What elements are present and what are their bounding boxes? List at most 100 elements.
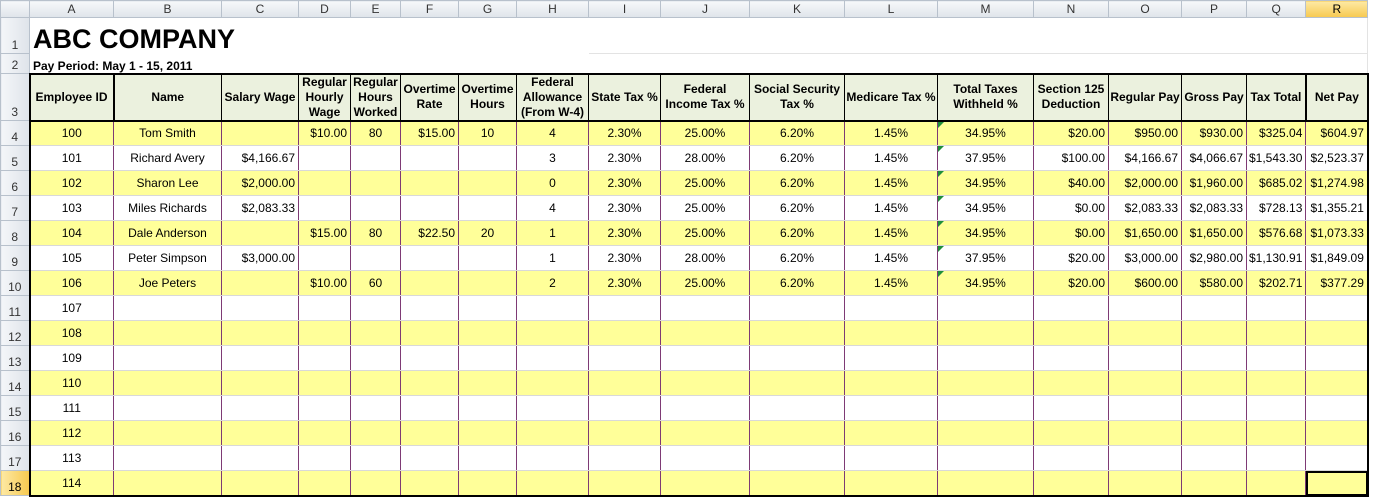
cell[interactable]: $22.50 xyxy=(400,220,459,246)
cell[interactable] xyxy=(113,295,222,321)
cell[interactable]: 4 xyxy=(516,120,589,146)
row-header[interactable]: 13 xyxy=(0,345,30,371)
cell[interactable]: 1.45% xyxy=(844,220,938,246)
cell[interactable] xyxy=(1305,470,1369,497)
cell[interactable] xyxy=(1181,295,1247,321)
row-header[interactable]: 1 xyxy=(0,17,30,54)
column-header-h[interactable]: H xyxy=(516,0,589,18)
row-header[interactable]: 16 xyxy=(0,420,30,446)
cell[interactable] xyxy=(1108,445,1182,471)
cell[interactable]: 103 xyxy=(28,195,114,221)
cell[interactable]: $15.00 xyxy=(298,220,351,246)
cell[interactable]: 2.30% xyxy=(588,270,661,296)
cell[interactable]: Sharon Lee xyxy=(113,170,222,196)
cell[interactable] xyxy=(458,395,517,421)
cell[interactable] xyxy=(1246,295,1307,321)
column-header-q[interactable]: Q xyxy=(1245,0,1307,18)
column-header-p[interactable]: P xyxy=(1181,0,1247,18)
cell[interactable] xyxy=(937,345,1034,371)
cell[interactable] xyxy=(588,395,661,421)
cell[interactable] xyxy=(937,320,1034,346)
cell[interactable]: $2,523.37 xyxy=(1305,145,1369,171)
row-header[interactable]: 15 xyxy=(0,395,30,421)
cell[interactable] xyxy=(350,470,401,497)
cell[interactable] xyxy=(221,445,299,471)
cell[interactable] xyxy=(1033,370,1109,396)
cell[interactable]: 113 xyxy=(28,445,114,471)
cell[interactable] xyxy=(400,195,459,221)
cell[interactable]: 10 xyxy=(458,120,517,146)
cell[interactable]: $3,000.00 xyxy=(1108,245,1182,271)
cell[interactable]: Richard Avery xyxy=(113,145,222,171)
cell[interactable]: $325.04 xyxy=(1246,120,1307,146)
cell[interactable]: 1.45% xyxy=(844,120,938,146)
cell[interactable] xyxy=(298,170,351,196)
cell[interactable] xyxy=(937,420,1034,446)
cell[interactable] xyxy=(1033,420,1109,446)
cell[interactable]: 28.00% xyxy=(660,145,750,171)
cell[interactable]: $1,960.00 xyxy=(1181,170,1247,196)
cell[interactable] xyxy=(588,420,661,446)
cell[interactable]: Tom Smith xyxy=(113,120,222,146)
cell[interactable]: $580.00 xyxy=(1181,270,1247,296)
cell[interactable] xyxy=(844,445,938,471)
cell[interactable]: $2,980.00 xyxy=(1181,245,1247,271)
cell[interactable] xyxy=(516,470,589,497)
cell[interactable] xyxy=(660,470,750,497)
cell[interactable]: 6.20% xyxy=(749,195,845,221)
cell[interactable]: $728.13 xyxy=(1246,195,1307,221)
cell[interactable]: $1,650.00 xyxy=(1181,220,1247,246)
cell[interactable] xyxy=(516,395,589,421)
cell[interactable]: $1,355.21 xyxy=(1305,195,1369,221)
cell[interactable]: 80 xyxy=(350,220,401,246)
column-header-f[interactable]: F xyxy=(400,0,459,18)
cell[interactable]: 60 xyxy=(350,270,401,296)
cell[interactable]: 34.95% xyxy=(937,270,1034,296)
column-title[interactable]: Regular Hourly Wage xyxy=(298,72,351,122)
select-all-corner[interactable] xyxy=(0,0,30,18)
cell[interactable] xyxy=(458,470,517,497)
cell[interactable]: 111 xyxy=(28,395,114,421)
cell[interactable]: 1.45% xyxy=(844,145,938,171)
cell[interactable]: 34.95% xyxy=(937,195,1034,221)
cell[interactable]: $10.00 xyxy=(298,120,351,146)
cell[interactable] xyxy=(298,195,351,221)
cell[interactable] xyxy=(1108,345,1182,371)
cell[interactable]: $100.00 xyxy=(1033,145,1109,171)
cell[interactable] xyxy=(1033,320,1109,346)
cell[interactable]: $685.02 xyxy=(1246,170,1307,196)
cell[interactable] xyxy=(458,195,517,221)
cell[interactable] xyxy=(298,145,351,171)
cell[interactable] xyxy=(1033,445,1109,471)
cell[interactable]: 2.30% xyxy=(588,120,661,146)
cell[interactable] xyxy=(221,220,299,246)
cell[interactable]: $202.71 xyxy=(1246,270,1307,296)
cell[interactable] xyxy=(660,420,750,446)
cell[interactable]: Miles Richards xyxy=(113,195,222,221)
row-header[interactable]: 5 xyxy=(0,145,30,171)
cell[interactable]: $4,166.67 xyxy=(221,145,299,171)
cell[interactable]: 107 xyxy=(28,295,114,321)
cell[interactable] xyxy=(221,120,299,146)
column-title[interactable]: Gross Pay xyxy=(1181,72,1247,122)
cell[interactable] xyxy=(1181,420,1247,446)
row-header[interactable]: 17 xyxy=(0,445,30,471)
cell[interactable]: 25.00% xyxy=(660,220,750,246)
cell[interactable]: 25.00% xyxy=(660,120,750,146)
row-header[interactable]: 14 xyxy=(0,370,30,396)
column-title[interactable]: Federal Allowance (From W-4) xyxy=(516,72,589,122)
cell[interactable]: Joe Peters xyxy=(113,270,222,296)
cell[interactable] xyxy=(221,395,299,421)
cell[interactable] xyxy=(1181,345,1247,371)
cell[interactable]: $1,849.09 xyxy=(1305,245,1369,271)
cell[interactable] xyxy=(298,370,351,396)
cell[interactable] xyxy=(113,445,222,471)
cell[interactable] xyxy=(458,270,517,296)
row-header[interactable]: 18 xyxy=(0,470,30,496)
row-header[interactable]: 2 xyxy=(0,53,30,74)
cell[interactable] xyxy=(1246,445,1307,471)
column-title[interactable]: Section 125 Deduction xyxy=(1033,72,1109,122)
cell[interactable] xyxy=(113,345,222,371)
cell[interactable] xyxy=(1246,420,1307,446)
cell[interactable] xyxy=(588,345,661,371)
